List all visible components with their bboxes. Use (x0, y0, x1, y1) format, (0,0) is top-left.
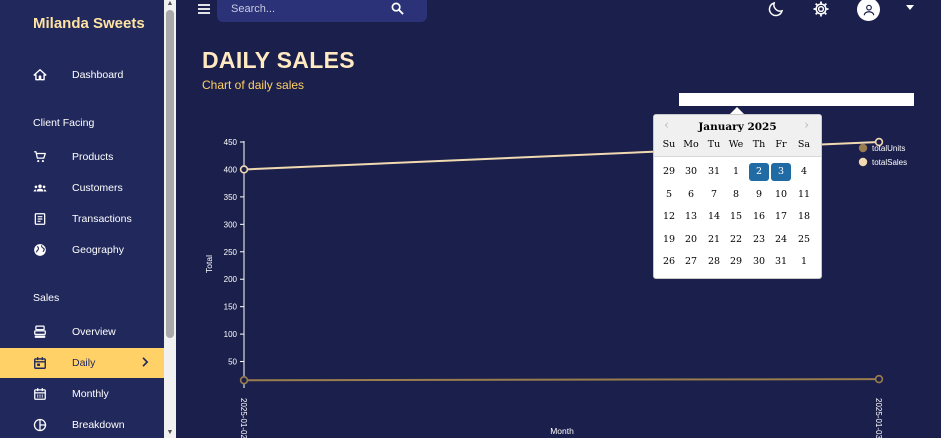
y-axis-title: Total (204, 255, 214, 273)
start-date-input[interactable] (679, 93, 914, 106)
calendar-day[interactable]: 17 (771, 208, 791, 226)
data-point-totalUnits[interactable] (874, 374, 884, 384)
calendar-day[interactable]: 4 (794, 163, 814, 181)
calendar-day[interactable]: 30 (681, 163, 701, 181)
calendar-day[interactable]: 11 (794, 186, 814, 204)
calendar-day[interactable]: 31 (771, 253, 791, 271)
calendar-day[interactable]: 14 (704, 208, 724, 226)
calendar-day[interactable]: 22 (726, 231, 746, 249)
legend-label-totalSales[interactable]: totalSales (872, 158, 907, 167)
calendar-day[interactable]: 30 (749, 253, 769, 271)
weekday-header: Sa (797, 139, 811, 150)
y-tick-label: 250 (224, 248, 238, 257)
y-tick-label: 150 (224, 303, 238, 312)
calendar-day[interactable]: 16 (749, 208, 769, 226)
legend-label-totalUnits[interactable]: totalUnits (872, 144, 905, 153)
data-point-totalUnits[interactable] (239, 376, 249, 385)
y-tick-label: 350 (224, 193, 238, 202)
datepicker-month-label: January 2025 (698, 121, 777, 133)
calendar-day[interactable]: 20 (681, 231, 701, 249)
calendar-day[interactable]: 5 (659, 186, 679, 204)
series-line-totalUnits (243, 378, 880, 382)
calendar-day[interactable]: 29 (726, 253, 746, 271)
x-axis-title: Month (550, 426, 574, 436)
calendar-day[interactable]: 26 (659, 253, 679, 271)
calendar-day[interactable]: 1 (794, 253, 814, 271)
calendar-day[interactable]: 9 (749, 186, 769, 204)
weekday-header: Fr (775, 139, 787, 150)
calendar-day[interactable]: 18 (794, 208, 814, 226)
y-tick-label: 450 (224, 138, 238, 147)
calendar-day[interactable]: 27 (681, 253, 701, 271)
datepicker: ‹ › January 2025 Su Mo Tu We Th Fr Sa 29 30 31 1 2… (653, 114, 822, 279)
calendar-day[interactable]: 23 (749, 231, 769, 249)
legend-symbol-totalSales (858, 157, 868, 167)
x-tick-label: 2025-01-03 (874, 398, 883, 438)
calendar-day[interactable]: 31 (704, 163, 724, 181)
weekday-header: Su (662, 139, 676, 150)
calendar-day[interactable]: 29 (659, 163, 679, 181)
y-tick-label: 50 (228, 358, 237, 367)
y-tick-label: 400 (224, 165, 238, 174)
weekday-header: Tu (707, 139, 721, 150)
calendar-day[interactable]: 1 (726, 163, 746, 181)
x-tick-label: 2025-01-02 (239, 398, 248, 438)
y-tick-label: 300 (224, 220, 238, 229)
calendar-day[interactable]: 7 (704, 186, 724, 204)
calendar-day[interactable]: 21 (704, 231, 724, 249)
y-tick-label: 200 (224, 275, 238, 284)
weekday-header: Mo (683, 139, 699, 150)
calendar-day[interactable]: 15 (726, 208, 746, 226)
calendar-day[interactable]: 28 (704, 253, 724, 271)
calendar-day[interactable]: 13 (681, 208, 701, 226)
datepicker-pointer (730, 107, 744, 114)
legend-symbol-totalUnits (858, 143, 868, 153)
calendar-day[interactable]: 19 (659, 231, 679, 249)
calendar-day[interactable]: 6 (681, 186, 701, 204)
y-tick-label: 100 (224, 330, 238, 339)
calendar-day[interactable]: 25 (794, 231, 814, 249)
calendar-day[interactable]: 3 (771, 163, 791, 181)
calendar-day[interactable]: 2 (749, 163, 769, 181)
datepicker-header: ‹ › January 2025 Su Mo Tu We Th Fr Sa (654, 115, 821, 157)
calendar-day[interactable]: 10 (771, 186, 791, 204)
weekday-header: Th (752, 139, 766, 150)
calendar-day[interactable]: 12 (659, 208, 679, 226)
data-point-totalSales[interactable] (239, 165, 249, 174)
calendar-day[interactable]: 8 (726, 186, 746, 204)
calendar-day[interactable]: 24 (771, 231, 791, 249)
weekday-header: We (728, 139, 744, 150)
